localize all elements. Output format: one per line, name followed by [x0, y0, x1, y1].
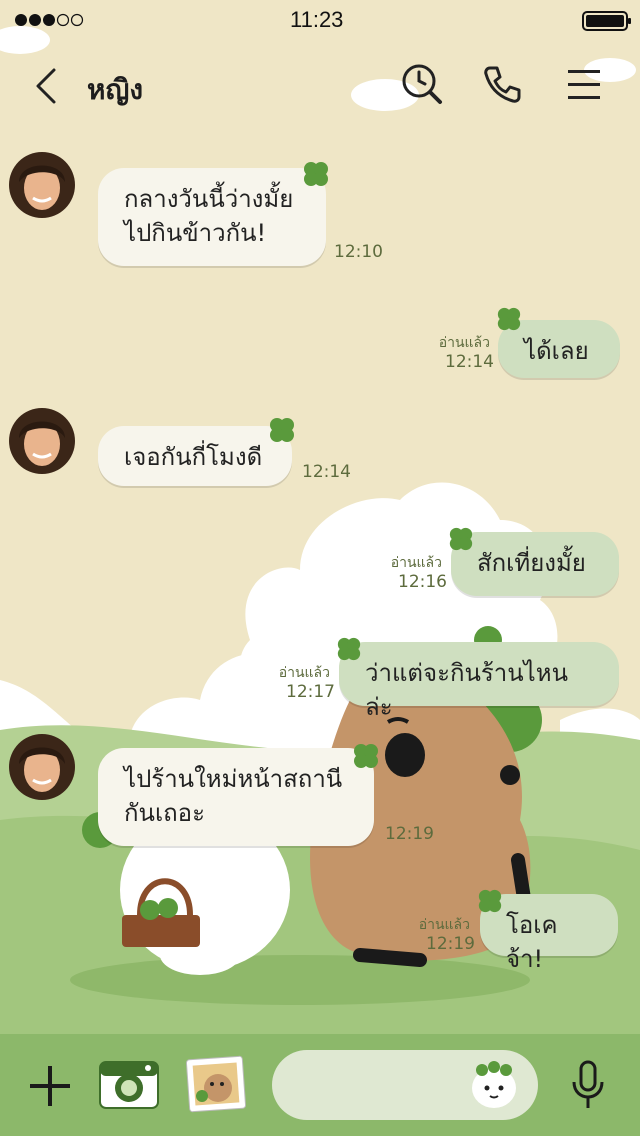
message-input[interactable] — [272, 1050, 538, 1120]
read-receipt: อ่านแล้ว — [438, 335, 490, 351]
clover-icon — [497, 307, 521, 331]
message-time: 12:19 — [426, 934, 475, 954]
message-time: 12:14 — [445, 352, 494, 372]
camera-icon[interactable] — [98, 1056, 160, 1112]
message-bubble-incoming[interactable]: ไปร้านใหม่หน้าสถานี กันเถอะ — [98, 748, 374, 846]
message-text: โอเคจ้า! — [506, 911, 558, 973]
read-receipt: อ่านแล้ว — [418, 917, 470, 933]
input-toolbar — [0, 1034, 640, 1136]
message-bubble-outgoing[interactable]: สักเที่ยงมั้ย — [451, 532, 619, 596]
menu-icon[interactable] — [566, 68, 602, 102]
avatar[interactable] — [9, 408, 75, 474]
message-bubble-incoming[interactable]: กลางวันนี้ว่างมั้ย ไปกินข้าวกัน! — [98, 168, 326, 266]
message-text: กลางวันนี้ว่างมั้ย — [124, 185, 294, 213]
message-text: สักเที่ยงมั้ย — [477, 549, 586, 577]
clover-icon — [354, 744, 378, 768]
message-text: เจอกันกี่โมงดี — [124, 443, 263, 471]
phone-icon[interactable] — [482, 64, 522, 104]
back-icon[interactable] — [30, 66, 60, 106]
chat-title: หญิง — [87, 73, 143, 106]
message-time: 12:10 — [334, 242, 383, 262]
mic-icon[interactable] — [570, 1060, 606, 1112]
read-receipt: อ่านแล้ว — [278, 665, 330, 681]
chat-header: หญิง — [0, 50, 640, 120]
battery-icon — [582, 10, 632, 32]
message-time: 12:19 — [385, 824, 434, 844]
clover-icon — [304, 162, 328, 186]
message-text: ไปกินข้าวกัน! — [124, 219, 267, 247]
search-icon[interactable] — [400, 62, 444, 106]
read-receipt: อ่านแล้ว — [390, 555, 442, 571]
clover-icon — [449, 527, 473, 551]
status-bar: 11:23 — [0, 0, 640, 40]
message-text: ได้เลย — [524, 337, 589, 365]
message-text: ไปร้านใหม่หน้าสถานี — [124, 765, 343, 793]
message-text: ว่าแต่จะกินร้านไหนล่ะ — [365, 659, 568, 721]
message-bubble-outgoing[interactable]: ว่าแต่จะกินร้านไหนล่ะ — [339, 642, 619, 721]
message-time: 12:16 — [398, 572, 447, 592]
avatar[interactable] — [9, 734, 75, 800]
message-time: 12:14 — [302, 462, 351, 482]
message-time: 12:17 — [286, 682, 335, 702]
message-bubble-incoming[interactable]: เจอกันกี่โมงดี — [98, 426, 292, 486]
message-text: กันเถอะ — [124, 799, 205, 827]
status-time: 11:23 — [290, 7, 344, 32]
photo-icon[interactable] — [184, 1054, 248, 1114]
clover-icon — [270, 418, 294, 442]
plus-icon[interactable] — [28, 1064, 72, 1108]
clover-icon — [478, 889, 502, 913]
avatar[interactable] — [9, 152, 75, 218]
sticker-icon[interactable] — [468, 1060, 520, 1110]
clover-icon — [337, 637, 361, 661]
signal-icon — [14, 12, 84, 28]
